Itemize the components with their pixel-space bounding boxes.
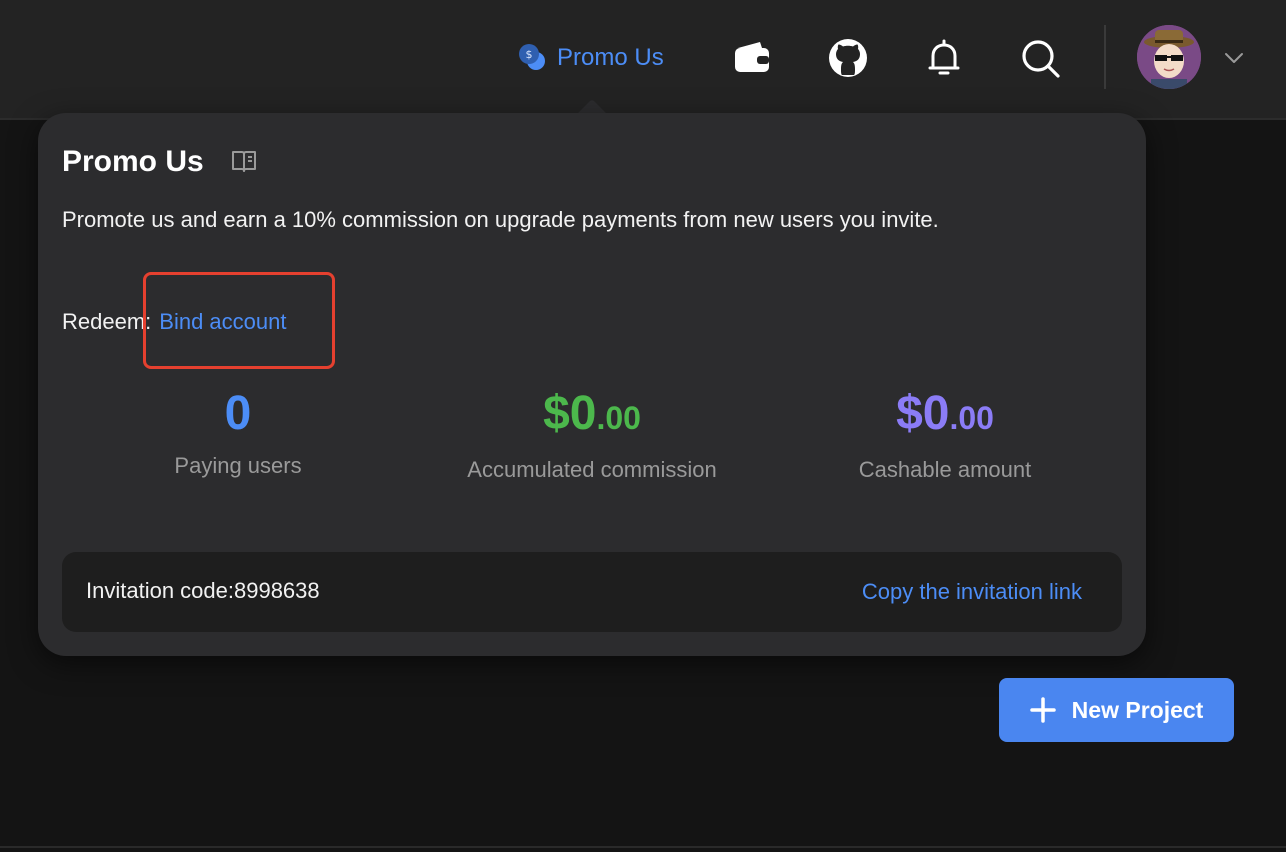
stat-caption: Cashable amount <box>858 457 1032 482</box>
invitation-code: Invitation code:8998638 <box>86 578 320 603</box>
book-icon[interactable] <box>230 147 258 175</box>
popover-title: Promo Us <box>62 145 204 178</box>
promo-us-link[interactable]: $ Promo Us <box>517 40 664 76</box>
promo-us-label: Promo Us <box>557 44 664 71</box>
stat-cashable-amount: $0.00 Cashable amount <box>775 383 1115 483</box>
stat-caption: Paying users <box>174 453 302 478</box>
github-icon[interactable] <box>826 36 870 80</box>
header-divider <box>1104 25 1106 89</box>
stat-value: $0.00 <box>775 383 1115 449</box>
stat-value-cents: .00 <box>949 400 994 436</box>
copy-invitation-link[interactable]: Copy the invitation link <box>862 579 1082 605</box>
chevron-down-icon[interactable] <box>1222 46 1246 70</box>
new-project-label: New Project <box>1071 696 1204 723</box>
popover-description: Promote us and earn a 10% commission on … <box>62 207 939 232</box>
stat-caption: Accumulated commission <box>467 457 717 482</box>
new-project-button[interactable]: New Project <box>999 678 1234 742</box>
search-icon[interactable] <box>1018 36 1062 80</box>
user-avatar[interactable] <box>1137 25 1201 89</box>
highlight-box <box>143 272 335 369</box>
stat-value-main: 0 <box>224 387 252 440</box>
stat-value: $0.00 <box>422 383 762 449</box>
svg-text:$: $ <box>526 48 533 61</box>
bottom-divider <box>0 846 1286 848</box>
stat-value-main: $0 <box>543 387 597 440</box>
stat-value-main: $0 <box>896 387 950 440</box>
coins-icon: $ <box>517 43 547 73</box>
promo-popover: Promo Us Promote us and earn a 10% commi… <box>38 113 1146 656</box>
wallet-icon[interactable] <box>730 36 774 80</box>
redeem-label: Redeem: <box>62 309 152 334</box>
stat-accumulated-commission: $0.00 Accumulated commission <box>422 383 762 483</box>
plus-icon <box>1029 697 1056 723</box>
invitation-bar: Invitation code:8998638 Copy the invitat… <box>62 552 1122 632</box>
top-bar: $ Promo Us <box>0 0 1286 120</box>
bell-icon[interactable] <box>922 36 966 80</box>
stat-value: 0 <box>68 383 408 445</box>
stat-paying-users: 0 Paying users <box>68 383 408 479</box>
stat-value-cents: .00 <box>596 400 641 436</box>
